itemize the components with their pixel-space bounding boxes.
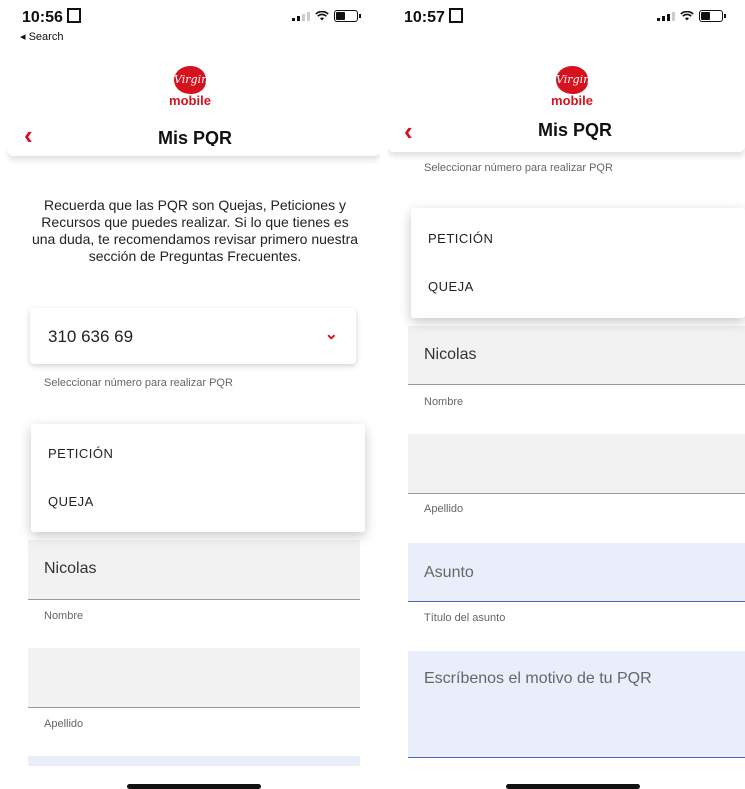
intro-text: Recuerda que las PQR son Quejas, Peticio… (31, 197, 359, 264)
home-indicator (127, 784, 261, 789)
virgin-mobile-logo: Virgin mobile (168, 66, 212, 114)
menu-item-queja[interactable]: QUEJA (428, 279, 474, 294)
status-bar: 10:56 (22, 8, 361, 30)
screen-left: 10:56 ◂ Search Virgin mobile ‹ Mis PQR R… (0, 0, 380, 789)
signal-icon (292, 11, 310, 21)
pqr-type-menu: PETICIÓN QUEJA (31, 424, 365, 532)
phone-number-select[interactable]: 310 636 69 ⌄ (30, 308, 356, 364)
apellido-field[interactable] (28, 648, 360, 708)
menu-item-peticion[interactable]: PETICIÓN (48, 446, 113, 461)
asunto-label: Título del asunto (424, 612, 506, 624)
menu-item-queja[interactable]: QUEJA (48, 494, 94, 509)
asunto-field-partial[interactable] (28, 756, 360, 766)
wifi-icon (315, 11, 329, 21)
phone-select-helper: Seleccionar número para realizar PQR (44, 377, 233, 389)
pqr-type-menu: PETICIÓN QUEJA (411, 208, 745, 318)
battery-icon (699, 10, 726, 22)
system-icons (657, 10, 726, 22)
nombre-field[interactable]: Nicolas (408, 326, 745, 385)
wifi-icon (680, 11, 694, 21)
apellido-label: Apellido (44, 718, 84, 730)
page-title: Mis PQR (538, 120, 613, 140)
signal-icon (657, 11, 675, 21)
status-time: 10:56 (22, 8, 81, 27)
system-icons (292, 10, 361, 22)
phone-select-helper: Seleccionar número para realizar PQR (424, 162, 613, 174)
motivo-textarea[interactable]: Escríbenos el motivo de tu PQR (408, 651, 745, 758)
header-shadow (388, 142, 745, 152)
chevron-down-icon[interactable]: ⌄ (325, 324, 338, 344)
status-bar: 10:57 (404, 8, 726, 30)
status-time: 10:57 (404, 8, 463, 27)
nombre-label: Nombre (424, 396, 464, 408)
asunto-field[interactable]: Asunto (408, 543, 745, 602)
phone-number-value: 310 636 69 (48, 327, 134, 346)
apellido-field[interactable] (408, 434, 745, 494)
nombre-field[interactable]: Nicolas (28, 540, 360, 600)
apellido-label: Apellido (424, 503, 464, 515)
home-indicator (506, 784, 640, 789)
virgin-mobile-logo: Virgin mobile (550, 66, 594, 114)
header-shadow (8, 146, 380, 156)
nombre-label: Nombre (44, 610, 84, 622)
battery-icon (334, 10, 361, 22)
back-to-search-link[interactable]: ◂ Search (20, 30, 63, 43)
menu-item-peticion[interactable]: PETICIÓN (428, 231, 493, 246)
screen-divider (380, 0, 388, 789)
screen-right: 10:57 Virgin mobile ‹ Mis PQR Selecciona… (388, 0, 745, 789)
